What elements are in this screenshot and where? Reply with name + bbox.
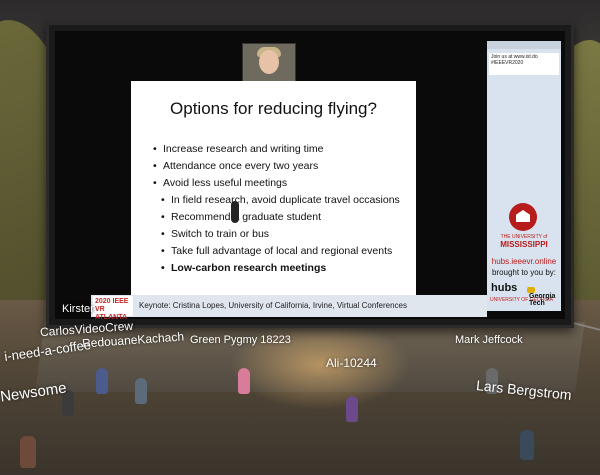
- slide-title: Options for reducing flying?: [170, 99, 377, 118]
- avatar[interactable]: [96, 368, 108, 394]
- slide-footer: 2020 IEEE VR ATLANTA Keynote: Cristina L…: [91, 295, 487, 321]
- brought-by-label: brought to you by:: [491, 268, 557, 277]
- slide-bullets: • Increase research and writing time • Att…: [153, 141, 400, 277]
- bullet-item: • Increase research and writing time: [153, 143, 324, 155]
- bullet-item: • Attendance once every two years: [153, 160, 319, 172]
- bullet-item: • Take full advantage of local and region…: [161, 245, 393, 257]
- bullet-item: • Recommend a graduate student: [161, 211, 322, 223]
- username-label: Kirsten: [62, 303, 97, 315]
- avatar[interactable]: [238, 368, 250, 394]
- avatar[interactable]: [135, 378, 147, 404]
- bullet-item: • Low-carbon research meetings: [161, 262, 327, 274]
- presentation-screen[interactable]: Options for reducing flying? • Increase r…: [46, 22, 574, 328]
- bullet-item: • Avoid less useful meetings: [153, 177, 288, 189]
- username-label: Mark Jeffcock: [455, 334, 523, 346]
- vr-scene: Options for reducing flying? • Increase r…: [0, 0, 600, 475]
- hubs-logo: hubs: [491, 282, 518, 294]
- avatar[interactable]: [346, 396, 358, 422]
- ieeevr-badge: 2020 IEEE VR ATLANTA: [93, 296, 133, 321]
- university-label: MISSISSIPPI: [500, 240, 548, 249]
- ole-miss-logo-icon: [509, 203, 537, 231]
- screen-display: Options for reducing flying? • Increase r…: [55, 31, 565, 321]
- lyceum-icon: [516, 210, 530, 222]
- keynote-label: Keynote: Cristina Lopes, University of C…: [139, 301, 407, 310]
- username-label: Green Pygmy 18223: [190, 334, 291, 346]
- sidepanel-header: [487, 41, 561, 49]
- bullet-item: • Switch to train or bus: [161, 228, 270, 240]
- avatar[interactable]: [20, 436, 36, 468]
- speaker-face: [259, 50, 279, 74]
- username-label: Ali-10244: [326, 356, 377, 370]
- bullet-item: • In field research, avoid duplicate trav…: [161, 194, 400, 206]
- slide: Options for reducing flying? • Increase r…: [131, 81, 416, 299]
- site-url: hubs.ieeevr.online: [491, 257, 557, 266]
- avatar[interactable]: [520, 430, 534, 460]
- laser-pointer-icon: [231, 201, 239, 223]
- announcement-box: Join us at www.ist.do #IEEEVR2020: [489, 53, 559, 75]
- sponsor-sidepanel: Join us at www.ist.do #IEEEVR2020 THE UN…: [487, 41, 561, 311]
- gatech-logo: Georgia Tech: [529, 293, 556, 307]
